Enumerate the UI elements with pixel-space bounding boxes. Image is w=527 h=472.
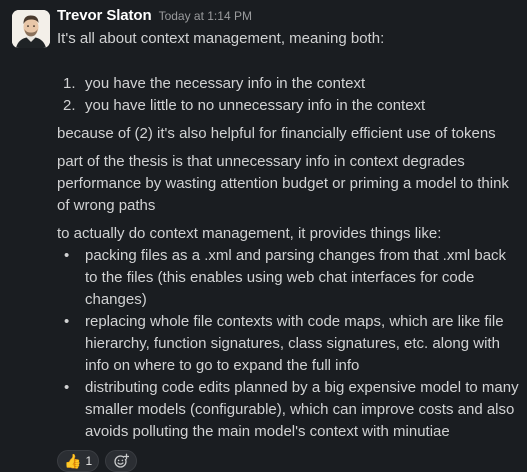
list-number: 2. <box>63 97 76 114</box>
bullet-list: • packing files as a .xml and parsing ch… <box>57 245 519 443</box>
list-item-text: you have little to no unnecessary info i… <box>85 97 426 114</box>
thesis-paragraph: part of the thesis is that unnecessary i… <box>57 153 509 214</box>
author-name[interactable]: Trevor Slaton <box>57 7 152 24</box>
thumbs-up-icon: 👍 <box>64 453 82 469</box>
avatar[interactable] <box>12 10 50 48</box>
tokens-paragraph: because of (2) it's also helpful for fin… <box>57 125 496 142</box>
reaction-count: 1 <box>85 454 93 468</box>
add-reaction-button[interactable] <box>105 450 138 472</box>
bullet-marker: • <box>64 247 70 264</box>
intro-text: It's all about context management, meani… <box>57 30 385 47</box>
timestamp[interactable]: Today at 1:14 PM <box>159 9 252 23</box>
list-item-text: you have the necessary info in the conte… <box>85 75 366 92</box>
list-number: 1. <box>63 75 76 92</box>
list-item: 2. you have little to no unnecessary inf… <box>57 95 519 117</box>
message-body: It's all about context management, meani… <box>57 28 519 443</box>
list-item: 1. you have the necessary info in the co… <box>57 73 519 95</box>
bullet-marker: • <box>64 313 70 330</box>
list-item-text: replacing whole file contexts with code … <box>85 313 504 374</box>
list-item: • packing files as a .xml and parsing ch… <box>57 245 519 311</box>
list-item: • distributing code edits planned by a b… <box>57 377 519 443</box>
lead-paragraph: to actually do context management, it pr… <box>57 225 442 242</box>
reactions-bar: 👍 1 <box>57 450 519 472</box>
list-item-text: distributing code edits planned by a big… <box>85 379 519 440</box>
bullet-marker: • <box>64 379 70 396</box>
list-item: • replacing whole file contexts with cod… <box>57 311 519 377</box>
message: Trevor Slaton Today at 1:14 PM It's all … <box>0 0 527 472</box>
avatar-portrait-icon <box>12 10 50 48</box>
list-item-text: packing files as a .xml and parsing chan… <box>85 247 507 308</box>
message-content: Trevor Slaton Today at 1:14 PM It's all … <box>57 7 519 472</box>
reaction-pill[interactable]: 👍 1 <box>57 450 100 472</box>
numbered-list: 1. you have the necessary info in the co… <box>57 73 519 117</box>
message-header: Trevor Slaton Today at 1:14 PM <box>57 7 519 28</box>
